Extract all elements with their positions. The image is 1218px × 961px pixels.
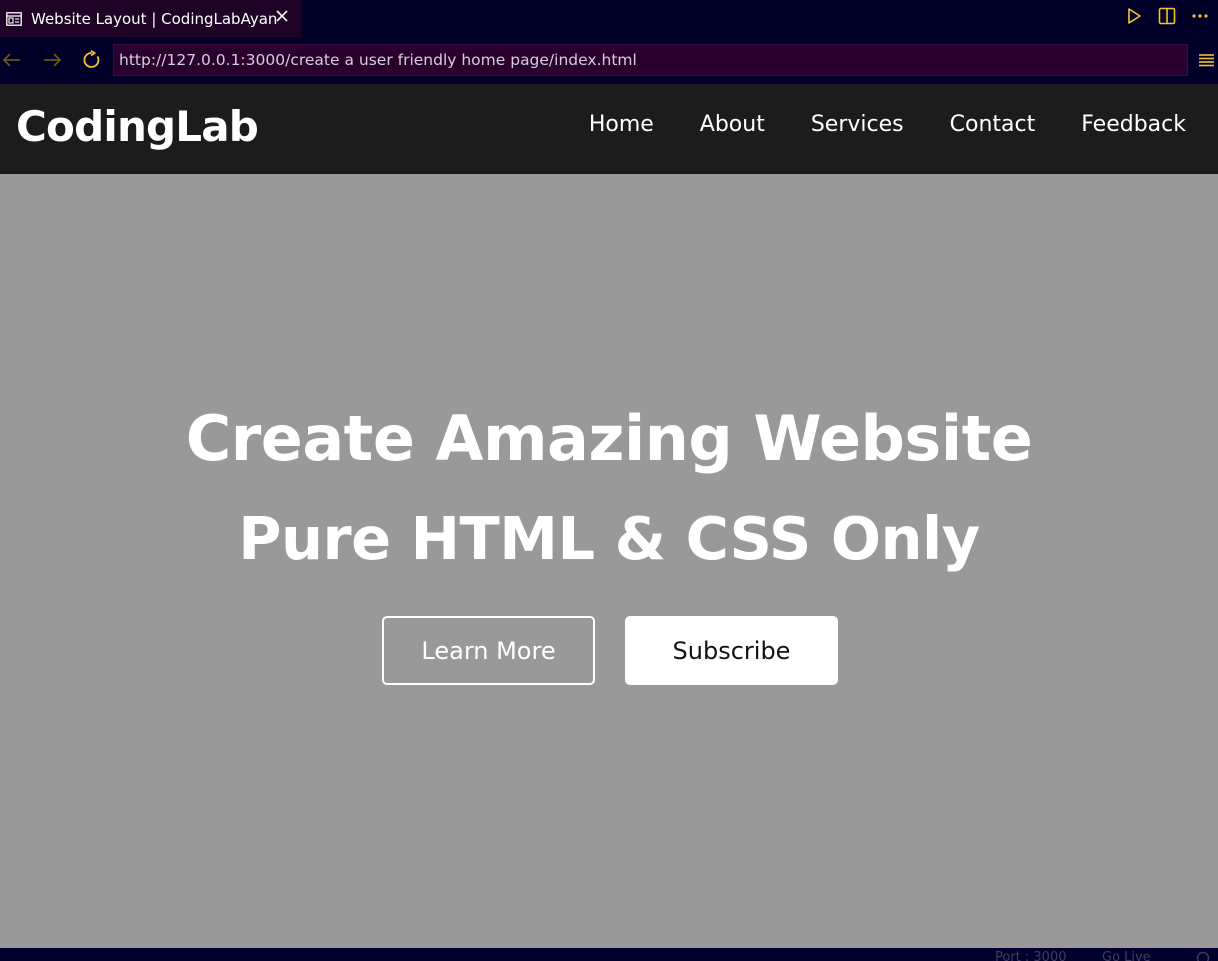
browser-toolbar: http://127.0.0.1:3000/create a user frie… <box>0 37 1218 84</box>
run-icon[interactable] <box>1124 6 1144 26</box>
url-text: http://127.0.0.1:3000/create a user frie… <box>119 51 637 69</box>
more-actions-icon[interactable] <box>1190 6 1210 26</box>
editor-tab-title: Website Layout | CodingLabAyan <box>31 9 278 28</box>
nav-link-feedback[interactable]: Feedback <box>1081 112 1186 137</box>
editor-tab-strip: Website Layout | CodingLabAyan <box>0 0 1218 37</box>
address-bar[interactable]: http://127.0.0.1:3000/create a user frie… <box>113 44 1188 76</box>
hamburger-menu-icon[interactable] <box>1198 50 1216 70</box>
hero-section: Create Amazing Website Pure HTML & CSS O… <box>0 174 1218 948</box>
site-logo[interactable]: CodingLab <box>16 102 259 151</box>
hero-subtitle: Pure HTML & CSS Only <box>238 504 980 573</box>
status-go-live[interactable]: Go Live <box>1102 951 1151 961</box>
site-header: CodingLab Home About Services Contact Fe… <box>0 84 1218 174</box>
bell-icon[interactable] <box>1196 951 1210 961</box>
subscribe-button[interactable]: Subscribe <box>625 616 838 685</box>
nav-link-services[interactable]: Services <box>811 112 904 137</box>
status-bar: Port : 3000 Go Live <box>0 948 1218 961</box>
close-icon[interactable] <box>274 8 290 24</box>
site-nav: Home About Services Contact Feedback <box>543 112 1186 137</box>
arrow-left-icon[interactable] <box>1 49 23 71</box>
hero-title: Create Amazing Website <box>185 402 1033 475</box>
editor-actions <box>1124 6 1210 26</box>
status-port[interactable]: Port : 3000 <box>995 951 1067 961</box>
learn-more-button[interactable]: Learn More <box>382 616 595 685</box>
nav-link-contact[interactable]: Contact <box>950 112 1036 137</box>
preview-page-icon <box>6 11 22 26</box>
split-editor-icon[interactable] <box>1157 6 1177 26</box>
nav-link-home[interactable]: Home <box>589 112 654 137</box>
editor-tab-preview[interactable]: Website Layout | CodingLabAyan <box>0 0 301 37</box>
reload-icon[interactable] <box>81 49 103 71</box>
nav-link-about[interactable]: About <box>700 112 765 137</box>
arrow-right-icon[interactable] <box>41 49 63 71</box>
